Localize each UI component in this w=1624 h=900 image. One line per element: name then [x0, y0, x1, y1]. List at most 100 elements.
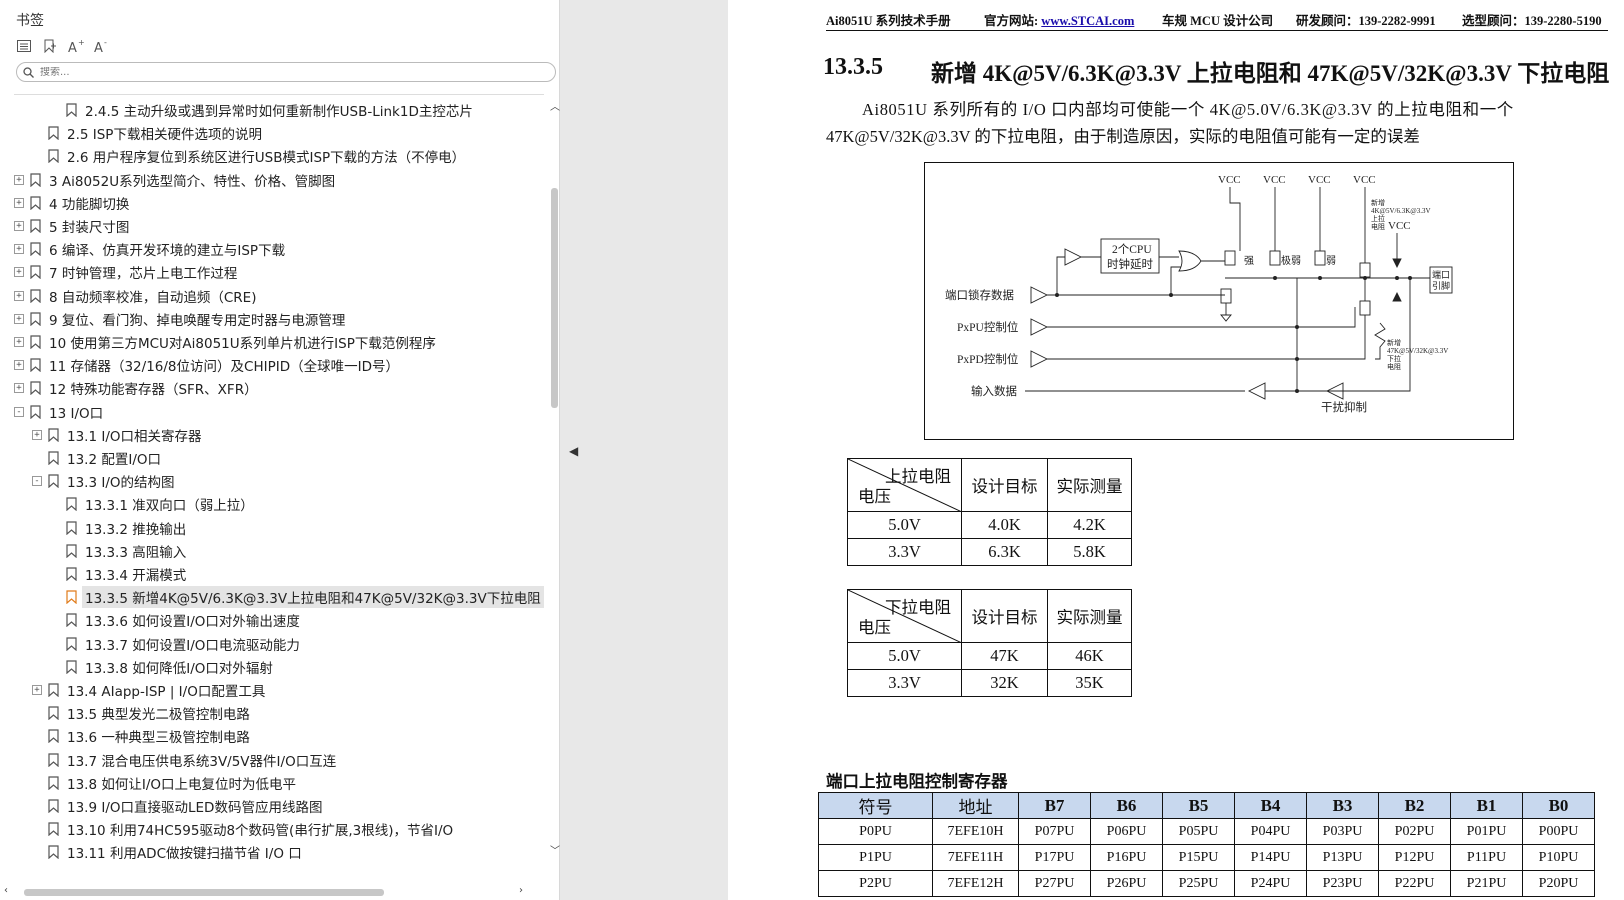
bookmark-item[interactable]: 13.11 利用ADC做按键扫描节省 I/O 口 [0, 840, 545, 864]
bookmark-item[interactable]: +12 特殊功能寄存器（SFR、XFR） [0, 376, 545, 400]
bookmark-item[interactable]: +9 复位、看门狗、掉电唤醒专用定时器与电源管理 [0, 307, 545, 331]
bookmark-item[interactable]: +11 存储器（32/16/8位访问）及CHIPID（全球唯一ID号） [0, 353, 545, 377]
bookmark-icon [30, 196, 41, 210]
expand-icon[interactable]: + [14, 290, 24, 301]
bookmark-item[interactable]: - 13 I/O口 [0, 400, 545, 424]
bookmark-item[interactable]: +7 时钟管理，芯片上电工作过程 [0, 260, 545, 284]
bookmark-item[interactable]: 13.3.6 如何设置I/O口对外输出速度 [0, 608, 545, 632]
expand-icon[interactable]: + [14, 267, 24, 278]
bookmark-item[interactable]: 13.3.8 如何降低I/O口对外辐射 [0, 655, 545, 679]
expand-icon[interactable]: + [14, 197, 24, 208]
expand-icon[interactable]: + [14, 174, 24, 185]
bookmark-item[interactable]: 13.5 典型发光二极管控制电路 [0, 701, 545, 725]
bookmark-item[interactable]: +4 功能脚切换 [0, 191, 545, 215]
table-cell: P00PU [1522, 818, 1595, 845]
table-header: B6 [1090, 792, 1163, 819]
bookmark-item[interactable]: 13.9 I/O口直接驱动LED数码管应用线路图 [0, 794, 545, 818]
collapse-panel-icon[interactable]: ◀ [569, 444, 578, 458]
io-structure-diagram: VCC VCC VCC VCC VCC 强 极弱 弱 新增 4K@5V/6.3K… [924, 162, 1514, 440]
font-decrease-icon[interactable]: A- [92, 36, 112, 56]
expand-icon[interactable]: + [14, 221, 24, 231]
bookmark-item[interactable]: 13.2 配置I/O口 [0, 446, 545, 470]
table-header: B2 [1378, 792, 1451, 819]
scroll-left-icon[interactable]: ‹ [4, 885, 8, 896]
bookmark-icon [66, 497, 77, 512]
bookmark-item[interactable]: +13.1 I/O口相关寄存器 [0, 423, 545, 447]
expand-icon[interactable]: + [32, 685, 42, 695]
table-cell: P26PU [1090, 870, 1163, 897]
bookmark-item[interactable]: 13.3.7 如何设置I/O口电流驱动能力 [0, 632, 545, 656]
table-cell: P16PU [1090, 844, 1163, 871]
scroll-thumb[interactable] [551, 188, 558, 408]
list-view-icon[interactable] [14, 36, 34, 56]
bookmark-item[interactable]: +3 Ai8052U系列选型简介、特性、价格、管脚图 [0, 168, 545, 192]
expand-icon[interactable]: + [14, 313, 24, 324]
bookmark-item[interactable]: 13.10 利用74HC595驱动8个数码管(串行扩展,3根线)，节省I/O [0, 817, 545, 841]
bookmark-item[interactable]: 13.3.3 高阻输入 [0, 539, 545, 563]
bookmark-tree: 2.4.5 主动升级或遇到异常时如何重新制作USB-Link1D主控芯片 2.5 … [0, 98, 545, 888]
bookmark-item[interactable]: 13.8 如何让I/O口上电复位时为低电平 [0, 771, 545, 795]
bookmark-item[interactable]: 13.6 一种典型三极管控制电路 [0, 724, 545, 748]
pullup-note: 新增 [1371, 198, 1385, 207]
expand-icon[interactable]: + [14, 337, 24, 347]
table-header: B3 [1306, 792, 1379, 819]
expand-icon[interactable]: + [14, 360, 24, 371]
bookmark-search[interactable] [16, 62, 556, 82]
bookmark-item[interactable]: 2.5 ISP下载相关硬件选项的说明 [0, 121, 545, 145]
bookmark-label: 7 时钟管理，芯片上电工作过程 [49, 266, 238, 283]
table-row: 3.3V 6.3K 5.8K [847, 538, 1132, 566]
tree-vertical-scrollbar[interactable]: ︿ ﹀ [548, 98, 560, 888]
bookmark-item[interactable]: +10 使用第三方MCU对Ai8051U系列单片机进行ISP下载范例程序 [0, 330, 545, 354]
bookmark-item[interactable]: - 13.3 I/O的结构图 [0, 469, 545, 493]
collapse-icon[interactable]: - [14, 406, 24, 417]
table-cell: P13PU [1306, 844, 1379, 871]
bookmark-icon [66, 613, 77, 628]
bookmark-label: 9 复位、看门狗、掉电唤醒专用定时器与电源管理 [49, 312, 346, 329]
table-cell: P17PU [1018, 844, 1091, 871]
bookmark-item[interactable]: 13.3.4 开漏模式 [0, 562, 545, 586]
bookmark-item[interactable]: +8 自动频率校准，自动追频（CRE) [0, 284, 545, 308]
bookmark-label: 6 编译、仿真开发环境的建立与ISP下载 [49, 243, 286, 260]
table-header: B7 [1018, 792, 1091, 819]
bookmark-item[interactable]: 2.6 用户程序复位到系统区进行USB模式ISP下载的方法（不停电） [0, 144, 545, 168]
scroll-thumb[interactable] [24, 889, 384, 896]
bookmark-item[interactable]: 2.4.5 主动升级或遇到异常时如何重新制作USB-Link1D主控芯片 [0, 98, 545, 122]
header-selection: 选型顾问：139-2280-5190 [1462, 14, 1602, 28]
bookmark-item[interactable]: +5 封装尺寸图 [0, 214, 545, 238]
bookmark-item[interactable]: 13.3.5 新增4K@5V/6.3K@3.3V上拉电阻和47K@5V/32K@… [0, 585, 545, 609]
bookmark-label: 13.3.2 推挽输出 [85, 521, 187, 538]
header-site-link[interactable]: www.STCAI.com [1041, 14, 1134, 28]
section-title: 新增 4K@5V/6.3K@3.3V 上拉电阻和 47K@5V/32K@3.3V… [931, 61, 1610, 86]
vcc-label: VCC [1308, 174, 1331, 186]
search-input[interactable] [40, 66, 520, 78]
bookmark-icon [30, 381, 41, 396]
tree-horizontal-scrollbar[interactable]: ‹ › [4, 885, 544, 898]
add-bookmark-icon[interactable] [40, 36, 60, 56]
collapse-icon[interactable]: - [32, 476, 42, 487]
vcc-label: VCC [1353, 174, 1376, 186]
bookmark-item[interactable]: 13.7 混合电压供电系统3V/5V器件I/O口互连 [0, 748, 545, 772]
expand-icon[interactable]: + [32, 429, 42, 440]
expand-icon[interactable]: + [14, 244, 24, 255]
table-cell: P14PU [1234, 844, 1307, 871]
font-increase-icon[interactable]: A + [66, 36, 86, 56]
scroll-down-icon[interactable]: ﹀ [550, 842, 560, 857]
bookmark-label: 12 特殊功能寄存器（SFR、XFR） [49, 382, 258, 399]
bookmark-icon [66, 520, 77, 535]
bookmark-item[interactable]: +13.4 AIapp-ISP | I/O口配置工具 [0, 678, 545, 702]
bookmark-item[interactable]: 13.3.1 准双向口（弱上拉） [0, 492, 545, 516]
expand-icon[interactable]: + [14, 383, 24, 394]
table-header: B4 [1234, 792, 1307, 819]
scroll-right-icon[interactable]: › [519, 885, 523, 896]
input-data-label: 输入数据 [971, 384, 1017, 398]
bookmark-label: 13.3 I/O的结构图 [67, 475, 175, 492]
svg-text:A: A [94, 41, 103, 53]
cpu-delay-label: 2个CPU [1112, 243, 1152, 256]
bookmark-icon [30, 288, 41, 303]
bookmark-item[interactable]: 13.3.2 推挽输出 [0, 516, 545, 540]
bookmark-item[interactable]: +6 编译、仿真开发环境的建立与ISP下载 [0, 237, 545, 261]
svg-text:A: A [68, 41, 77, 53]
pulldown-note: 电阻 [1387, 362, 1401, 371]
scroll-up-icon[interactable]: ︿ [550, 98, 560, 113]
bookmark-label: 13.8 如何让I/O口上电复位时为低电平 [67, 776, 297, 793]
